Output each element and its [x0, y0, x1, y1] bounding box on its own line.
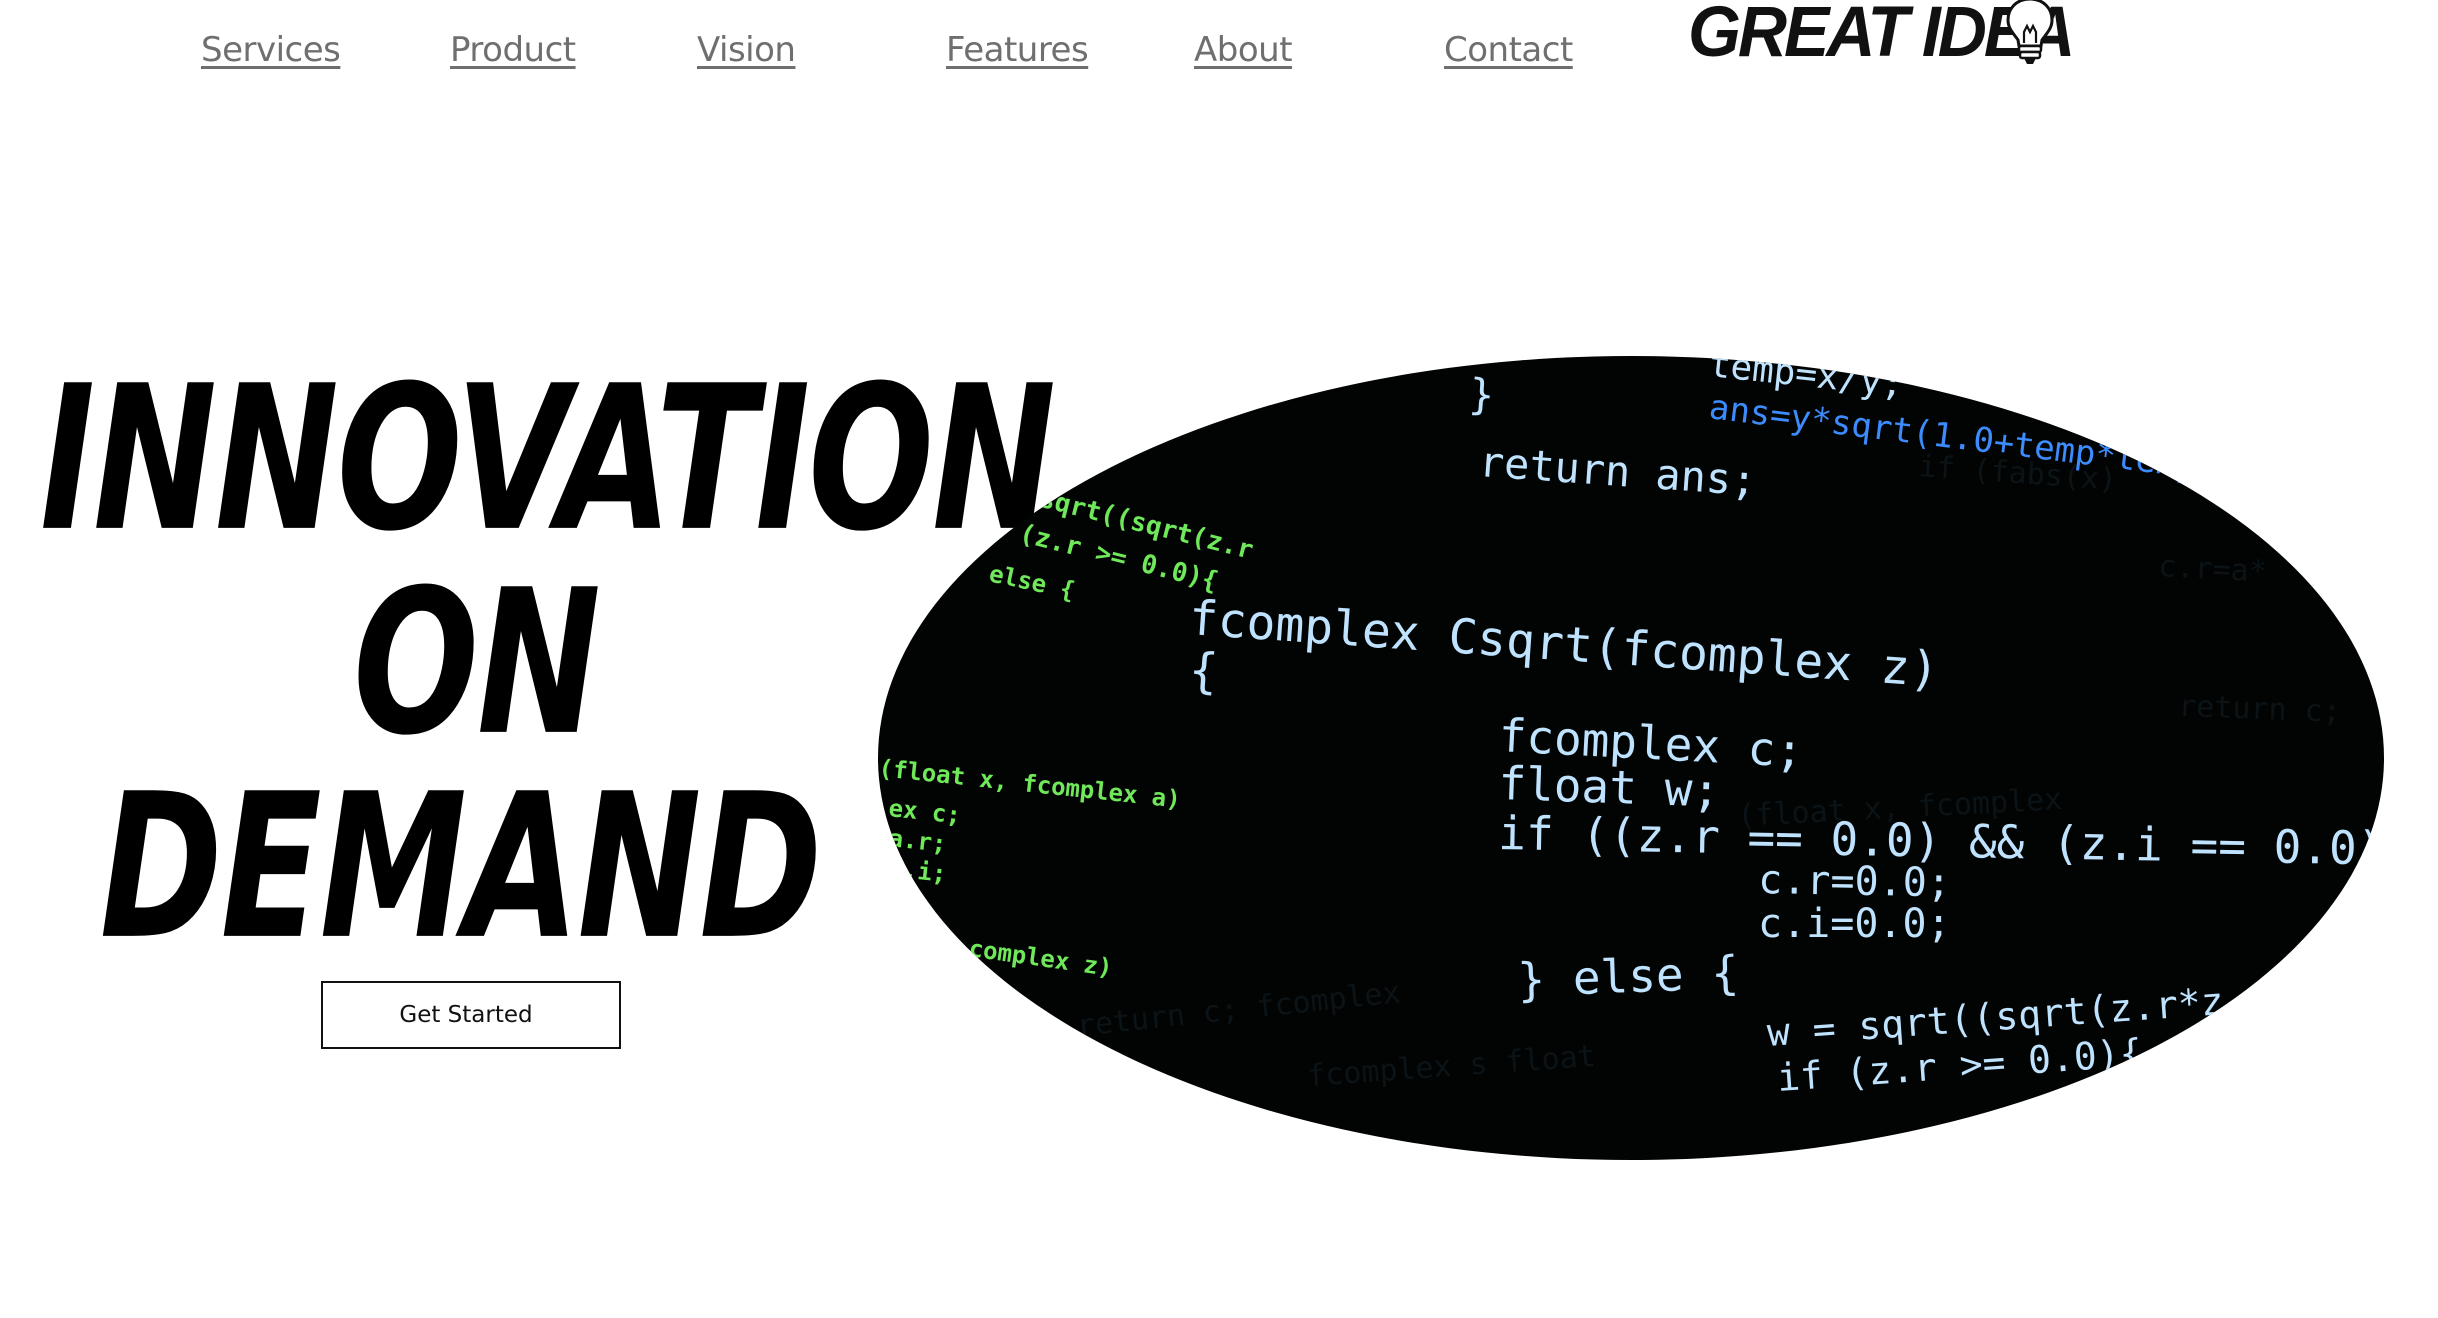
nav-link-services[interactable]: Services [201, 30, 341, 70]
code-line: c.i=0.0; [1758, 901, 1951, 947]
brand-logo[interactable]: GREAT IDEA [1688, 0, 2075, 74]
code-green-line: else { [987, 559, 1078, 604]
svg-text:fcomplex s float: fcomplex s float [1306, 1039, 1597, 1094]
code-line: c.r= [1985, 1098, 2070, 1145]
nav-link-product[interactable]: Product [450, 30, 576, 70]
nav-link-vision[interactable]: Vision [697, 30, 796, 70]
svg-text:return c; fcomplex: return c; fcomplex [1075, 975, 1402, 1044]
code-line: { [1187, 642, 1220, 700]
svg-text:return c;: return c; [2178, 689, 2342, 730]
svg-text:c.r=a*: c.r=a* [2158, 549, 2268, 590]
code-line: } else { [1516, 945, 1739, 1007]
lightbulb-icon [2006, 0, 2054, 64]
code-hero-image: fcomplex s float (float x, fcomplex if (… [878, 356, 2384, 1160]
code-green-line: complex z) [967, 934, 1114, 982]
code-line: return ans; [1477, 437, 1758, 505]
nav-link-features[interactable]: Features [946, 30, 1089, 70]
top-navigation: Services Product Vision Features About C… [0, 0, 2438, 110]
hero-title-line-3: DEMAND [99, 750, 822, 984]
code-image-graphic: fcomplex s float (float x, fcomplex if (… [878, 356, 2384, 1145]
nav-link-contact[interactable]: Contact [1444, 30, 1573, 70]
code-primary-lines: temp=x/y; ans=y*sqrt(1.0+temp*temp } ret… [1187, 356, 2384, 1145]
nav-link-about[interactable]: About [1194, 30, 1293, 70]
code-line: } [1467, 369, 1496, 420]
hero-section: INNOVATION ON DEMAND [40, 340, 1056, 983]
code-line: fcomplex Csqrt(fcomplex z) [1187, 590, 1940, 698]
get-started-button[interactable]: Get Started [321, 981, 621, 1049]
code-line: c.r=0.0; [1758, 857, 1951, 906]
